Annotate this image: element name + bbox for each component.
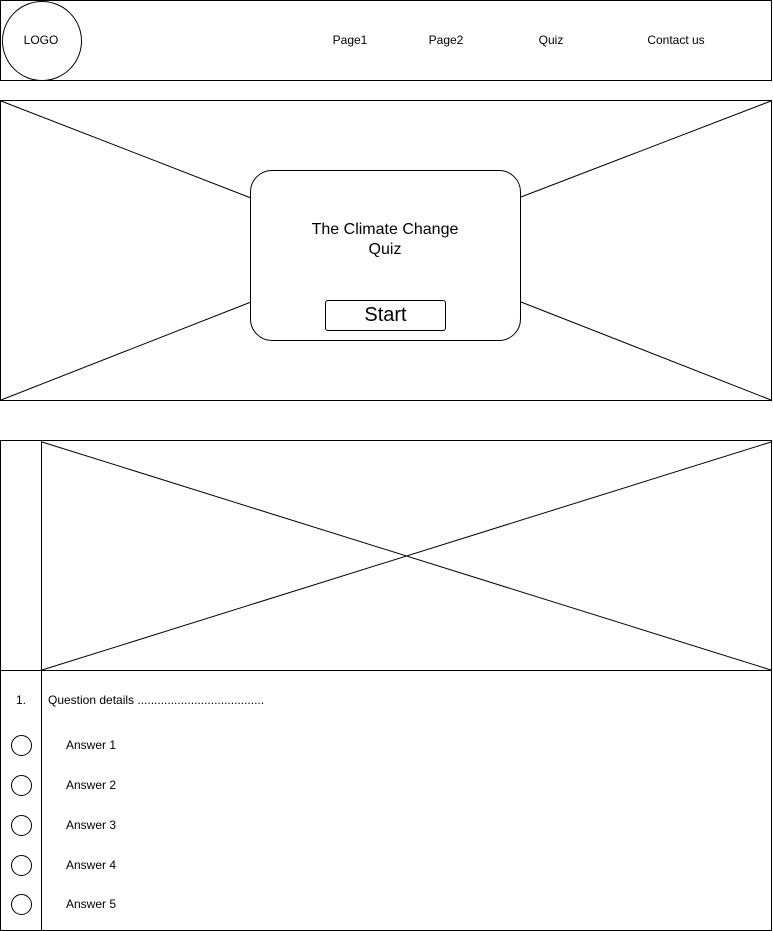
question-text: Question details .......................…: [48, 693, 265, 707]
answer-label-1: Answer 1: [66, 738, 117, 752]
answer-radio-2[interactable]: [11, 775, 32, 796]
answer-label-2: Answer 2: [66, 778, 117, 792]
answer-radio-5[interactable]: [11, 894, 32, 915]
answer-label-5: Answer 5: [66, 897, 117, 911]
answer-radio-3[interactable]: [11, 815, 32, 836]
question-number: 1.: [15, 693, 27, 707]
answer-radio-1[interactable]: [11, 735, 32, 756]
answer-label-3: Answer 3: [66, 818, 117, 832]
answer-label-4: Answer 4: [66, 858, 117, 872]
answer-radio-4[interactable]: [11, 855, 32, 876]
